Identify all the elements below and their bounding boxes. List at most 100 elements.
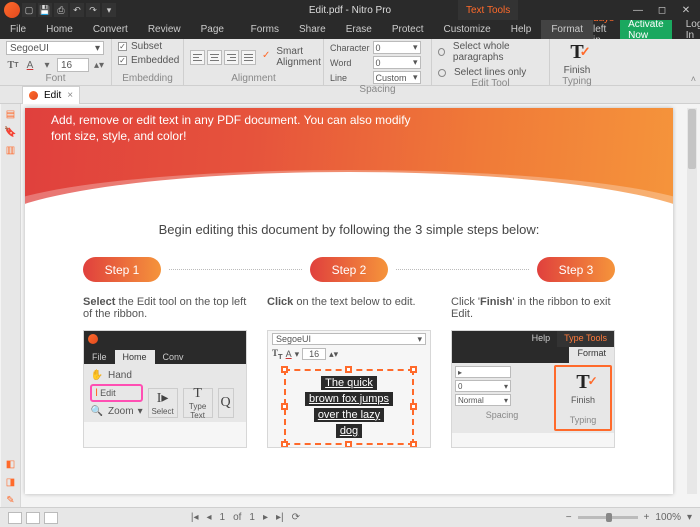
sidebar-c-icon[interactable]: ✎: [4, 493, 18, 507]
chevron-down-icon: ▾: [95, 43, 100, 54]
nav-last-icon[interactable]: ▸|: [276, 512, 284, 523]
contextual-tab-label: Text Tools: [458, 0, 518, 20]
menu-file[interactable]: File: [0, 20, 36, 39]
view-mode-1[interactable]: [8, 512, 22, 524]
menu-home[interactable]: Home: [36, 20, 83, 39]
zoom-dropdown-icon[interactable]: ▾: [687, 512, 692, 523]
align-justify-button[interactable]: [241, 50, 256, 65]
nav-next-icon[interactable]: ▸: [263, 512, 268, 523]
qat-open-icon[interactable]: ▢: [22, 3, 36, 17]
step3-pill: Step 3: [537, 257, 615, 282]
group-title-spacing: Spacing: [330, 84, 425, 95]
ribbon-collapse-icon[interactable]: ˄: [691, 74, 696, 84]
group-title-typing: Typing: [556, 76, 598, 87]
font-size-input[interactable]: 16: [57, 58, 89, 72]
close-button[interactable]: ✕: [680, 5, 692, 16]
qat-redo-icon[interactable]: ↷: [86, 3, 100, 17]
maximize-button[interactable]: ◻: [656, 5, 668, 16]
subset-checkbox[interactable]: ✓Subset: [118, 41, 162, 52]
font-color-icon[interactable]: A: [23, 58, 37, 72]
nav-first-icon[interactable]: |◂: [191, 512, 199, 523]
step2-screenshot: SegoeUI▾ TTA▾16▴▾ The quick brown fox ju…: [267, 330, 431, 448]
spacing-line-label: Line: [330, 73, 370, 83]
app-logo: [4, 2, 20, 18]
smart-alignment-toggle[interactable]: Smart Alignment: [276, 46, 320, 68]
step3-screenshot: HelpType Tools Format ▸ 0▾ Normal▾ Spaci…: [451, 330, 615, 448]
zoom-out-icon[interactable]: −: [566, 512, 572, 523]
spacing-character-label: Character: [330, 43, 370, 53]
vertical-scrollbar[interactable]: [687, 108, 697, 494]
chevron-down-icon: ▾: [413, 42, 418, 53]
intro-text: Begin editing this document by following…: [55, 222, 643, 237]
login-button[interactable]: Log In: [676, 19, 700, 41]
chevron-down-icon: ▾: [413, 72, 418, 83]
highlighted-edit-tool: IEdit: [90, 384, 143, 402]
highlighted-finish-button: T✓ Finish Typing: [554, 365, 612, 431]
superscript-icon[interactable]: TT: [6, 58, 20, 72]
sidebar-b-icon[interactable]: ◨: [4, 475, 18, 489]
qat-more-icon[interactable]: ▾: [102, 3, 116, 17]
nav-prev-icon[interactable]: ◂: [206, 512, 211, 523]
document-canvas[interactable]: Add, remove or edit text in any PDF docu…: [25, 108, 673, 494]
menu-page-layout[interactable]: Page Layout: [191, 20, 241, 39]
sidebar-pages-icon[interactable]: ▤: [4, 107, 18, 121]
spacing-character-input[interactable]: 0▾: [373, 41, 421, 54]
zoom-slider[interactable]: [578, 516, 638, 519]
finish-button-label[interactable]: Finish: [564, 65, 591, 76]
document-title: Edit.pdf - Nitro Pro: [309, 5, 391, 16]
align-center-button[interactable]: [207, 50, 222, 65]
menu-convert[interactable]: Convert: [83, 20, 138, 39]
menu-customize[interactable]: Customize: [434, 20, 501, 39]
page-sep: of: [233, 512, 241, 523]
step3-desc: Click 'Finish' in the ribbon to exit Edi…: [451, 296, 615, 320]
menu-format[interactable]: Format: [541, 20, 593, 39]
chevron-down-icon[interactable]: ▾: [40, 58, 54, 72]
menu-review[interactable]: Review: [138, 20, 191, 39]
zoom-value: 100%: [655, 512, 681, 523]
qat-save-icon[interactable]: 💾: [38, 3, 52, 17]
hero-line1: Add, remove or edit text in any PDF docu…: [51, 112, 673, 128]
view-mode-3[interactable]: [44, 512, 58, 524]
document-tab[interactable]: Edit ×: [22, 86, 80, 104]
page-current: 1: [220, 512, 226, 523]
menu-help[interactable]: Help: [501, 20, 542, 39]
menu-protect[interactable]: Protect: [382, 20, 434, 39]
menu-share[interactable]: Share: [289, 20, 336, 39]
spacing-word-label: Word: [330, 58, 370, 68]
align-right-button[interactable]: [224, 50, 239, 65]
nav-refresh-icon[interactable]: ⟳: [292, 512, 300, 523]
page-total: 1: [249, 512, 255, 523]
spinner-icon[interactable]: ▴▾: [92, 58, 106, 72]
qat-print-icon[interactable]: ⎙: [54, 3, 68, 17]
step1-desc: Select the Edit tool on the top left of …: [83, 296, 247, 320]
spacing-word-input[interactable]: 0▾: [373, 56, 421, 69]
sidebar-a-icon[interactable]: ◧: [4, 457, 18, 471]
align-left-button[interactable]: [190, 50, 205, 65]
embedded-checkbox[interactable]: ✓Embedded: [118, 55, 179, 66]
spacing-line-input[interactable]: Custom▾: [373, 71, 421, 84]
hero-line2: font size, style, and color!: [51, 128, 673, 144]
sidebar-layers-icon[interactable]: ▥: [4, 143, 18, 157]
sidebar-bookmarks-icon[interactable]: 🔖: [4, 125, 18, 139]
document-tab-close-icon[interactable]: ×: [67, 90, 73, 101]
zoom-in-icon[interactable]: +: [644, 512, 650, 523]
step1-pill: Step 1: [83, 257, 161, 282]
finish-icon[interactable]: T✓: [570, 41, 583, 64]
select-whole-paragraphs-radio[interactable]: Select whole paragraphs: [438, 41, 543, 63]
menu-erase[interactable]: Erase: [336, 20, 382, 39]
menu-forms[interactable]: Forms: [241, 20, 289, 39]
scrollbar-thumb[interactable]: [688, 109, 696, 169]
step2-pill: Step 2: [310, 257, 388, 282]
document-tab-label: Edit: [44, 90, 61, 101]
qat-undo-icon[interactable]: ↶: [70, 3, 84, 17]
group-title-embedding: Embedding: [118, 73, 177, 84]
step-connector: [169, 269, 302, 270]
font-family-select[interactable]: SegoeUI▾: [6, 41, 104, 55]
document-tab-icon: [29, 91, 38, 100]
select-lines-only-radio[interactable]: Select lines only: [438, 67, 526, 78]
minimize-button[interactable]: —: [632, 5, 644, 16]
group-title-alignment: Alignment: [190, 73, 317, 84]
view-mode-2[interactable]: [26, 512, 40, 524]
group-title-edit-tool: Edit Tool: [438, 78, 543, 89]
group-title-font: Font: [6, 73, 105, 84]
